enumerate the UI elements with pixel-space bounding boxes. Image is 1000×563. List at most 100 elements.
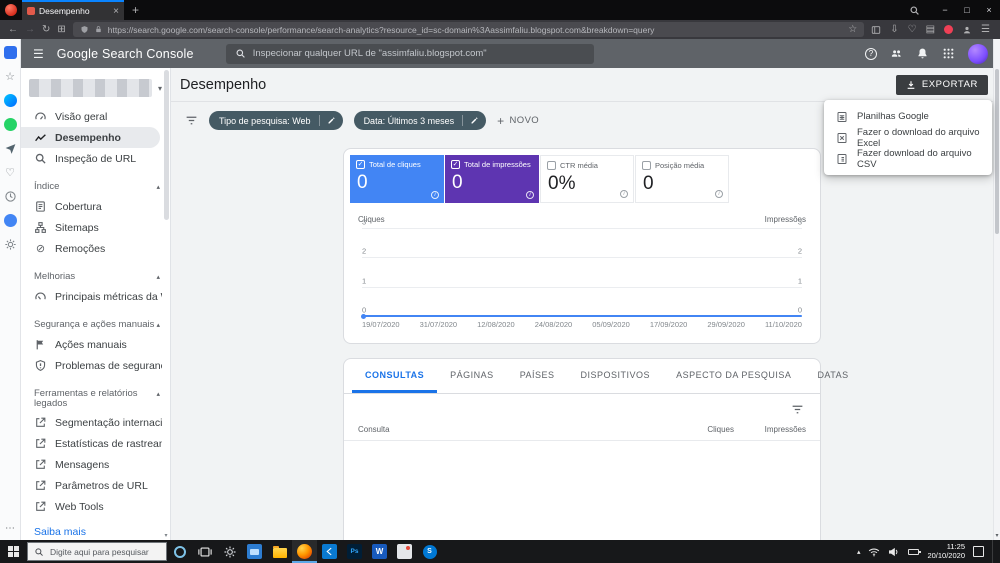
property-selector[interactable]: ▾ (29, 76, 162, 100)
battery-icon[interactable] (908, 548, 921, 555)
window-maximize-button[interactable]: □ (956, 0, 978, 20)
dock-blue-app-icon[interactable] (3, 214, 17, 227)
chevron-up-icon[interactable]: ▴ (156, 390, 160, 400)
sidebar-item-cobertura[interactable]: Cobertura (21, 196, 170, 217)
new-tab-button[interactable]: + (132, 3, 139, 17)
checkbox-unchecked-icon[interactable] (642, 161, 651, 170)
url-inspect-input[interactable] (252, 48, 585, 59)
export-option-sheets[interactable]: Planilhas Google (824, 106, 992, 127)
clock-datetime[interactable]: 11:25 20/10/2020 (927, 542, 965, 560)
column-header-consulta[interactable]: Consulta (358, 425, 679, 434)
dock-app-icon[interactable] (3, 46, 17, 59)
sidebar-item-problemas-seguranca[interactable]: Problemas de segurança (21, 355, 170, 376)
wifi-icon[interactable] (868, 547, 880, 557)
forward-button[interactable]: → (25, 20, 35, 39)
avatar[interactable] (968, 43, 988, 64)
sidebar-item-acoes-manuais[interactable]: Ações manuais (21, 334, 170, 355)
dock-heart-icon[interactable]: ♡ (4, 166, 17, 179)
tab-close-icon[interactable]: × (113, 6, 119, 17)
sidebar-section-indice[interactable]: Índice ▴ (21, 169, 170, 196)
sidebar-item-web-tools[interactable]: Web Tools (21, 496, 170, 517)
dock-gear-icon[interactable] (4, 238, 17, 251)
sidebar-item-metricas-web[interactable]: Principais métricas da Web (21, 286, 170, 307)
clock-icon[interactable] (4, 190, 17, 203)
metric-tile-posicao-media[interactable]: Posição média 0 i (635, 155, 729, 203)
sidebar-item-inspecao-url[interactable]: Inspeção de URL (21, 148, 170, 169)
metric-tile-total-cliques[interactable]: ✓ Total de cliques 0 i (350, 155, 444, 203)
scroll-down-arrow-icon[interactable]: ▾ (162, 532, 170, 539)
filter-chip-date[interactable]: Data: Últimos 3 meses (353, 111, 487, 130)
cortana-button[interactable] (167, 540, 192, 563)
monitor-app-button[interactable] (242, 540, 267, 563)
app-button[interactable] (392, 540, 417, 563)
messenger-icon[interactable] (3, 94, 17, 107)
sidebar-section-ferramentas-legadas[interactable]: Ferramentas e relatórios legados ▴ (21, 376, 170, 412)
tab-dispositivos[interactable]: DISPOSITIVOS (568, 359, 664, 393)
reload-button[interactable]: ↻ (42, 20, 50, 39)
photoshop-button[interactable]: Ps (342, 540, 367, 563)
show-desktop-button[interactable] (992, 540, 995, 563)
lock-icon[interactable] (94, 25, 103, 34)
saiba-mais-link[interactable]: Saiba mais (21, 517, 170, 540)
window-minimize-button[interactable]: − (934, 0, 956, 20)
page-scrollbar[interactable]: ▾ (993, 39, 1000, 540)
word-button[interactable]: W (367, 540, 392, 563)
sidebar-item-sitemaps[interactable]: Sitemaps (21, 217, 170, 238)
sidebar-item-mensagens[interactable]: Mensagens (21, 454, 170, 475)
notifications-bell-icon[interactable] (916, 47, 929, 60)
export-button[interactable]: EXPORTAR (895, 74, 988, 95)
url-inspect-search[interactable] (225, 43, 594, 64)
pencil-icon[interactable] (466, 114, 483, 127)
heart-icon[interactable]: ♡ (908, 24, 917, 35)
export-option-excel[interactable]: Fazer o download do arquivo Excel (824, 127, 992, 149)
sidebar-scrollbar[interactable]: ▾ (162, 68, 170, 540)
sidebar-item-estatisticas-rastreamento[interactable]: Estatísticas de rastreamento (21, 433, 170, 454)
sidebar-item-remocoes[interactable]: ⊘ Remoções (21, 238, 170, 259)
speaker-icon[interactable] (888, 547, 900, 557)
bookmark-star-icon[interactable]: ☆ (848, 20, 857, 39)
tray-expand-icon[interactable]: ▴ (857, 548, 861, 556)
info-icon[interactable]: i (431, 191, 439, 199)
checkbox-checked-icon[interactable]: ✓ (356, 160, 365, 169)
pocket-icon[interactable] (944, 25, 954, 34)
sidebar-item-desempenho[interactable]: Desempenho (21, 127, 160, 148)
firefox-button[interactable] (292, 540, 317, 563)
send-icon[interactable] (4, 142, 17, 155)
account-switcher-icon[interactable] (890, 47, 903, 60)
task-view-button[interactable] (192, 540, 217, 563)
chevron-up-icon[interactable]: ▴ (156, 321, 160, 331)
app-button-2[interactable]: S (417, 540, 442, 563)
dock-more-icon[interactable]: ⋯ (5, 523, 15, 534)
scroll-down-arrow-icon[interactable]: ▾ (994, 532, 1000, 539)
info-icon[interactable]: i (526, 191, 534, 199)
tab-paises[interactable]: PAÍSES (507, 359, 568, 393)
url-bar[interactable]: https://search.google.com/search-console… (72, 20, 865, 39)
sidebar-section-seguranca[interactable]: Segurança e ações manuais ▴ (21, 307, 170, 334)
checkbox-checked-icon[interactable]: ✓ (451, 160, 460, 169)
metric-tile-ctr-media[interactable]: CTR média 0% i (540, 155, 634, 203)
scrollbar-thumb[interactable] (995, 69, 999, 234)
extension-grid-icon[interactable]: ⊞ (57, 20, 65, 39)
info-icon[interactable]: i (715, 190, 723, 198)
window-close-button[interactable]: × (978, 0, 1000, 20)
taskbar-search[interactable] (27, 542, 167, 561)
tab-aspecto-pesquisa[interactable]: ASPECTO DA PESQUISA (663, 359, 804, 393)
tab-paginas[interactable]: PÁGINAS (437, 359, 507, 393)
back-button[interactable]: ← (8, 20, 18, 39)
table-filter-icon[interactable] (791, 403, 804, 416)
hamburger-menu-icon[interactable]: ☰ (33, 47, 44, 61)
filter-chip-search-type[interactable]: Tipo de pesquisa: Web (209, 111, 343, 130)
apps-grid-icon[interactable] (942, 47, 955, 60)
tab-search-icon[interactable] (909, 5, 920, 16)
pencil-icon[interactable] (323, 114, 340, 127)
sidebar-item-parametros-url[interactable]: Parâmetros de URL (21, 475, 170, 496)
column-header-impressoes[interactable]: Impressões (734, 425, 806, 434)
whatsapp-icon[interactable] (3, 118, 17, 131)
tab-datas[interactable]: DATAS (804, 359, 861, 393)
tab-consultas[interactable]: CONSULTAS (352, 359, 438, 393)
file-explorer-button[interactable] (267, 540, 292, 563)
downloads-icon[interactable]: ⇩ (890, 24, 898, 35)
library-icon[interactable]: ▤ (926, 24, 935, 35)
sidebar-section-melhorias[interactable]: Melhorias ▴ (21, 259, 170, 286)
dock-star-icon[interactable]: ☆ (4, 70, 17, 83)
